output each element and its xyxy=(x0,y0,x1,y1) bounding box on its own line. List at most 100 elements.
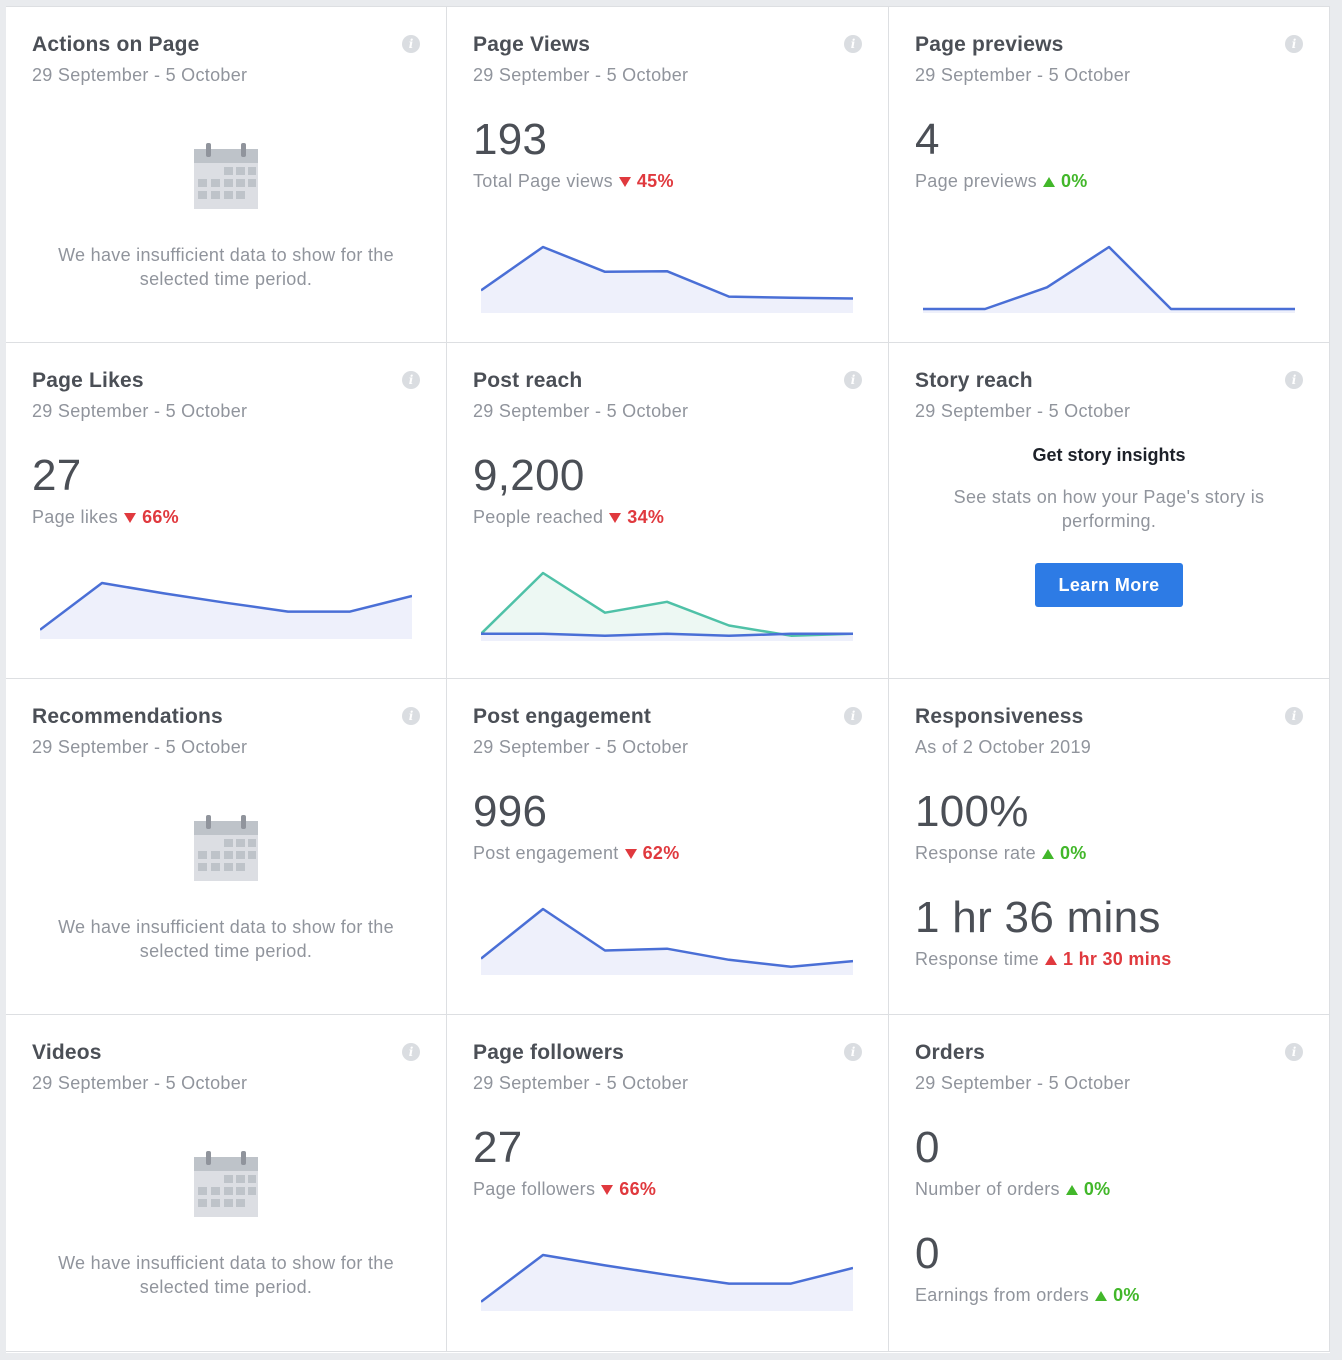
card-title: Story reach xyxy=(915,369,1033,392)
metric-row: Post engagement 62% xyxy=(473,843,680,864)
card-title: Post engagement xyxy=(473,705,652,728)
empty-state-message: We have insufficient data to show for th… xyxy=(58,1253,394,1297)
metric-label: Page previews xyxy=(915,171,1037,191)
metric-value: 27 xyxy=(32,451,82,500)
metric-label: Response rate xyxy=(915,843,1036,863)
metric-row: Page followers 66% xyxy=(473,1179,656,1200)
metric-delta: 34% xyxy=(627,507,665,527)
card-orders: Orders 29 September - 5 October i 0 Numb… xyxy=(889,1015,1330,1352)
empty-state-message: We have insufficient data to show for th… xyxy=(58,245,394,289)
card-date-range: 29 September - 5 October xyxy=(915,401,1131,421)
orders-count-value: 0 xyxy=(915,1123,940,1172)
card-date-range: 29 September - 5 October xyxy=(473,1073,689,1093)
card-title: Page Likes xyxy=(32,369,144,392)
sparkline-chart xyxy=(481,1253,853,1311)
card-date-range: 29 September - 5 October xyxy=(32,737,248,757)
triangle-up-icon xyxy=(1041,849,1054,860)
card-videos: Videos 29 September - 5 October i We hav… xyxy=(6,1015,447,1352)
card-date-range: 29 September - 5 October xyxy=(915,65,1131,85)
card-date-range: As of 2 October 2019 xyxy=(915,737,1092,757)
card-date-range: 29 September - 5 October xyxy=(32,401,248,421)
card-title: Page previews xyxy=(915,33,1064,56)
metric-row: Page likes 66% xyxy=(32,507,179,528)
metric-label: Number of orders xyxy=(915,1179,1060,1199)
sparkline-chart xyxy=(40,581,412,639)
info-icon[interactable]: i xyxy=(1285,35,1303,53)
card-title: Responsiveness xyxy=(915,705,1084,728)
triangle-down-icon xyxy=(618,177,631,188)
card-date-range: 29 September - 5 October xyxy=(915,1073,1131,1093)
info-icon[interactable]: i xyxy=(844,707,862,725)
info-icon[interactable]: i xyxy=(402,1043,420,1061)
response-rate-value: 100% xyxy=(915,787,1029,836)
info-icon[interactable]: i xyxy=(402,35,420,53)
story-insights-heading: Get story insights xyxy=(1032,445,1186,465)
metric-delta: 0% xyxy=(1113,1285,1140,1305)
info-icon[interactable]: i xyxy=(402,371,420,389)
info-icon[interactable]: i xyxy=(1285,707,1303,725)
response-time-value: 1 hr 36 mins xyxy=(915,893,1161,942)
metric-label: Page followers xyxy=(473,1179,596,1199)
sparkline-chart xyxy=(481,907,853,975)
metric-delta: 0% xyxy=(1083,1179,1111,1199)
card-title: Videos xyxy=(32,1041,102,1064)
earnings-value: 0 xyxy=(915,1229,940,1278)
card-date-range: 29 September - 5 October xyxy=(32,1073,248,1093)
metric-label: Post engagement xyxy=(473,843,619,863)
metric-delta: 1 hr 30 mins xyxy=(1062,949,1172,969)
calendar-icon xyxy=(194,1151,258,1217)
info-icon[interactable]: i xyxy=(1285,1043,1303,1061)
metric-value: 27 xyxy=(473,1123,523,1172)
card-title: Page followers xyxy=(473,1041,625,1064)
metric-delta: 62% xyxy=(642,843,680,863)
card-actions-on-page: Actions on Page 29 September - 5 October… xyxy=(6,7,447,343)
info-icon[interactable]: i xyxy=(844,35,862,53)
info-icon[interactable]: i xyxy=(844,371,862,389)
card-page-followers: Page followers 29 September - 5 October … xyxy=(447,1015,889,1352)
info-icon[interactable]: i xyxy=(844,1043,862,1061)
info-icon[interactable]: i xyxy=(1285,371,1303,389)
card-date-range: 29 September - 5 October xyxy=(473,65,689,85)
card-post-engagement: Post engagement 29 September - 5 October… xyxy=(447,679,889,1015)
metric-delta: 0% xyxy=(1060,171,1088,191)
card-responsiveness: Responsiveness As of 2 October 2019 i 10… xyxy=(889,679,1330,1015)
learn-more-button[interactable]: Learn More xyxy=(1035,563,1183,607)
metric-row: Response rate 0% xyxy=(915,843,1087,864)
card-date-range: 29 September - 5 October xyxy=(473,401,689,421)
metric-row: Response time 1 hr 30 mins xyxy=(915,949,1172,970)
card-date-range: 29 September - 5 October xyxy=(473,737,689,757)
card-story-reach: Story reach 29 September - 5 October i G… xyxy=(889,343,1330,679)
metric-row: Number of orders 0% xyxy=(915,1179,1110,1200)
card-post-reach: Post reach 29 September - 5 October i 9,… xyxy=(447,343,889,679)
card-date-range: 29 September - 5 October xyxy=(32,65,248,85)
card-recommendations: Recommendations 29 September - 5 October… xyxy=(6,679,447,1015)
info-icon[interactable]: i xyxy=(402,707,420,725)
triangle-up-icon xyxy=(1065,1185,1078,1196)
card-title: Post reach xyxy=(473,369,583,392)
metric-label: Page likes xyxy=(32,507,119,527)
triangle-down-icon xyxy=(601,1185,614,1196)
triangle-up-icon xyxy=(1095,1291,1108,1302)
metric-row: Page previews 0% xyxy=(915,171,1088,192)
calendar-icon xyxy=(194,143,258,209)
card-title: Page Views xyxy=(473,33,591,56)
card-title: Actions on Page xyxy=(32,33,200,56)
metric-row: Earnings from orders 0% xyxy=(915,1285,1140,1306)
sparkline-area xyxy=(481,247,853,313)
metric-row: People reached 34% xyxy=(473,507,664,528)
metric-delta: 66% xyxy=(619,1179,657,1199)
metric-label: People reached xyxy=(473,507,604,527)
metric-value: 9,200 xyxy=(473,451,585,500)
sparkline-chart xyxy=(481,571,853,641)
card-title: Recommendations xyxy=(32,705,223,728)
card-page-views: Page Views 29 September - 5 October i 19… xyxy=(447,7,889,343)
insights-grid: Actions on Page 29 September - 5 October… xyxy=(6,6,1330,1353)
card-page-previews: Page previews 29 September - 5 October i… xyxy=(889,7,1330,343)
sparkline-area xyxy=(481,573,853,641)
metric-delta: 0% xyxy=(1059,843,1087,863)
triangle-down-icon xyxy=(124,513,137,524)
metric-label: Total Page views xyxy=(473,171,613,191)
metric-value: 193 xyxy=(473,115,548,164)
metric-value: 4 xyxy=(915,115,940,164)
metric-value: 996 xyxy=(473,787,548,836)
